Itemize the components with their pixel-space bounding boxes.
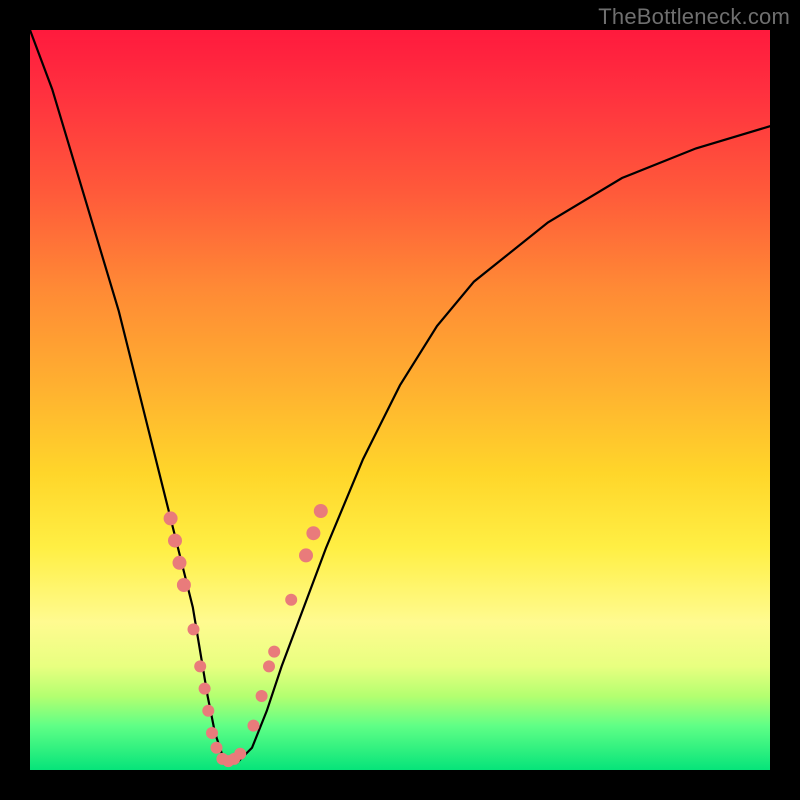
data-point xyxy=(164,511,178,525)
watermark-text: TheBottleneck.com xyxy=(598,4,790,30)
data-point xyxy=(314,504,328,518)
data-point xyxy=(202,705,214,717)
data-point xyxy=(211,742,223,754)
data-markers xyxy=(164,504,328,767)
data-point xyxy=(248,720,260,732)
data-point xyxy=(299,548,313,562)
bottleneck-curve xyxy=(30,30,770,763)
data-point xyxy=(188,623,200,635)
data-point xyxy=(306,526,320,540)
data-point xyxy=(268,646,280,658)
data-point xyxy=(285,594,297,606)
data-point xyxy=(177,578,191,592)
data-point xyxy=(256,690,268,702)
data-point xyxy=(206,727,218,739)
chart-frame: TheBottleneck.com xyxy=(0,0,800,800)
data-point xyxy=(194,660,206,672)
data-point xyxy=(263,660,275,672)
chart-svg xyxy=(30,30,770,770)
data-point xyxy=(173,556,187,570)
plot-area xyxy=(30,30,770,770)
data-point xyxy=(234,748,246,760)
data-point xyxy=(168,534,182,548)
data-point xyxy=(199,683,211,695)
